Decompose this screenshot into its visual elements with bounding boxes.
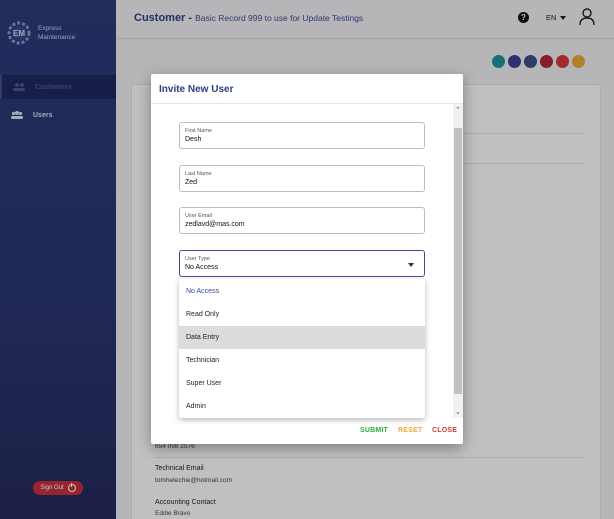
option-admin[interactable]: Admin	[179, 395, 425, 418]
option-super-user[interactable]: Super User	[179, 372, 425, 395]
field-label: Last Name	[185, 171, 212, 177]
option-no-access[interactable]: No Access	[179, 280, 425, 303]
field-value: No Access	[185, 264, 219, 271]
caret-down-icon	[408, 263, 414, 267]
divider	[151, 103, 463, 104]
field-value: Zed	[185, 179, 198, 186]
field-value: Desh	[185, 136, 202, 143]
field-label: User Email	[185, 213, 212, 219]
option-read-only[interactable]: Read Only	[179, 303, 425, 326]
first-name-field[interactable]: First Name Desh	[179, 122, 425, 149]
modal-title: Invite New User	[159, 84, 234, 95]
user-type-dropdown: No Access Read Only Data Entry Technicia…	[179, 279, 425, 418]
option-data-entry[interactable]: Data Entry	[179, 326, 425, 349]
scroll-thumb[interactable]	[454, 128, 462, 394]
field-label: First Name	[185, 128, 212, 134]
submit-button[interactable]: SUBMIT	[360, 427, 388, 434]
field-label: User Type	[185, 256, 210, 262]
reset-button[interactable]: RESET	[398, 427, 422, 434]
scroll-down-icon[interactable]: ⌄	[455, 408, 461, 416]
user-email-field[interactable]: User Email zedlavd@mas.com	[179, 207, 425, 234]
close-button[interactable]: CLOSE	[432, 427, 457, 434]
last-name-field[interactable]: Last Name Zed	[179, 165, 425, 192]
invite-user-modal: Invite New User First Name Desh Last Nam…	[151, 74, 463, 444]
scroll-up-icon[interactable]: ⌃	[455, 106, 461, 114]
field-value: zedlavd@mas.com	[185, 221, 245, 228]
user-type-select[interactable]: User Type No Access	[179, 250, 425, 277]
option-technician[interactable]: Technician	[179, 349, 425, 372]
modal-scrollbar[interactable]: ⌃ ⌄	[453, 104, 463, 418]
